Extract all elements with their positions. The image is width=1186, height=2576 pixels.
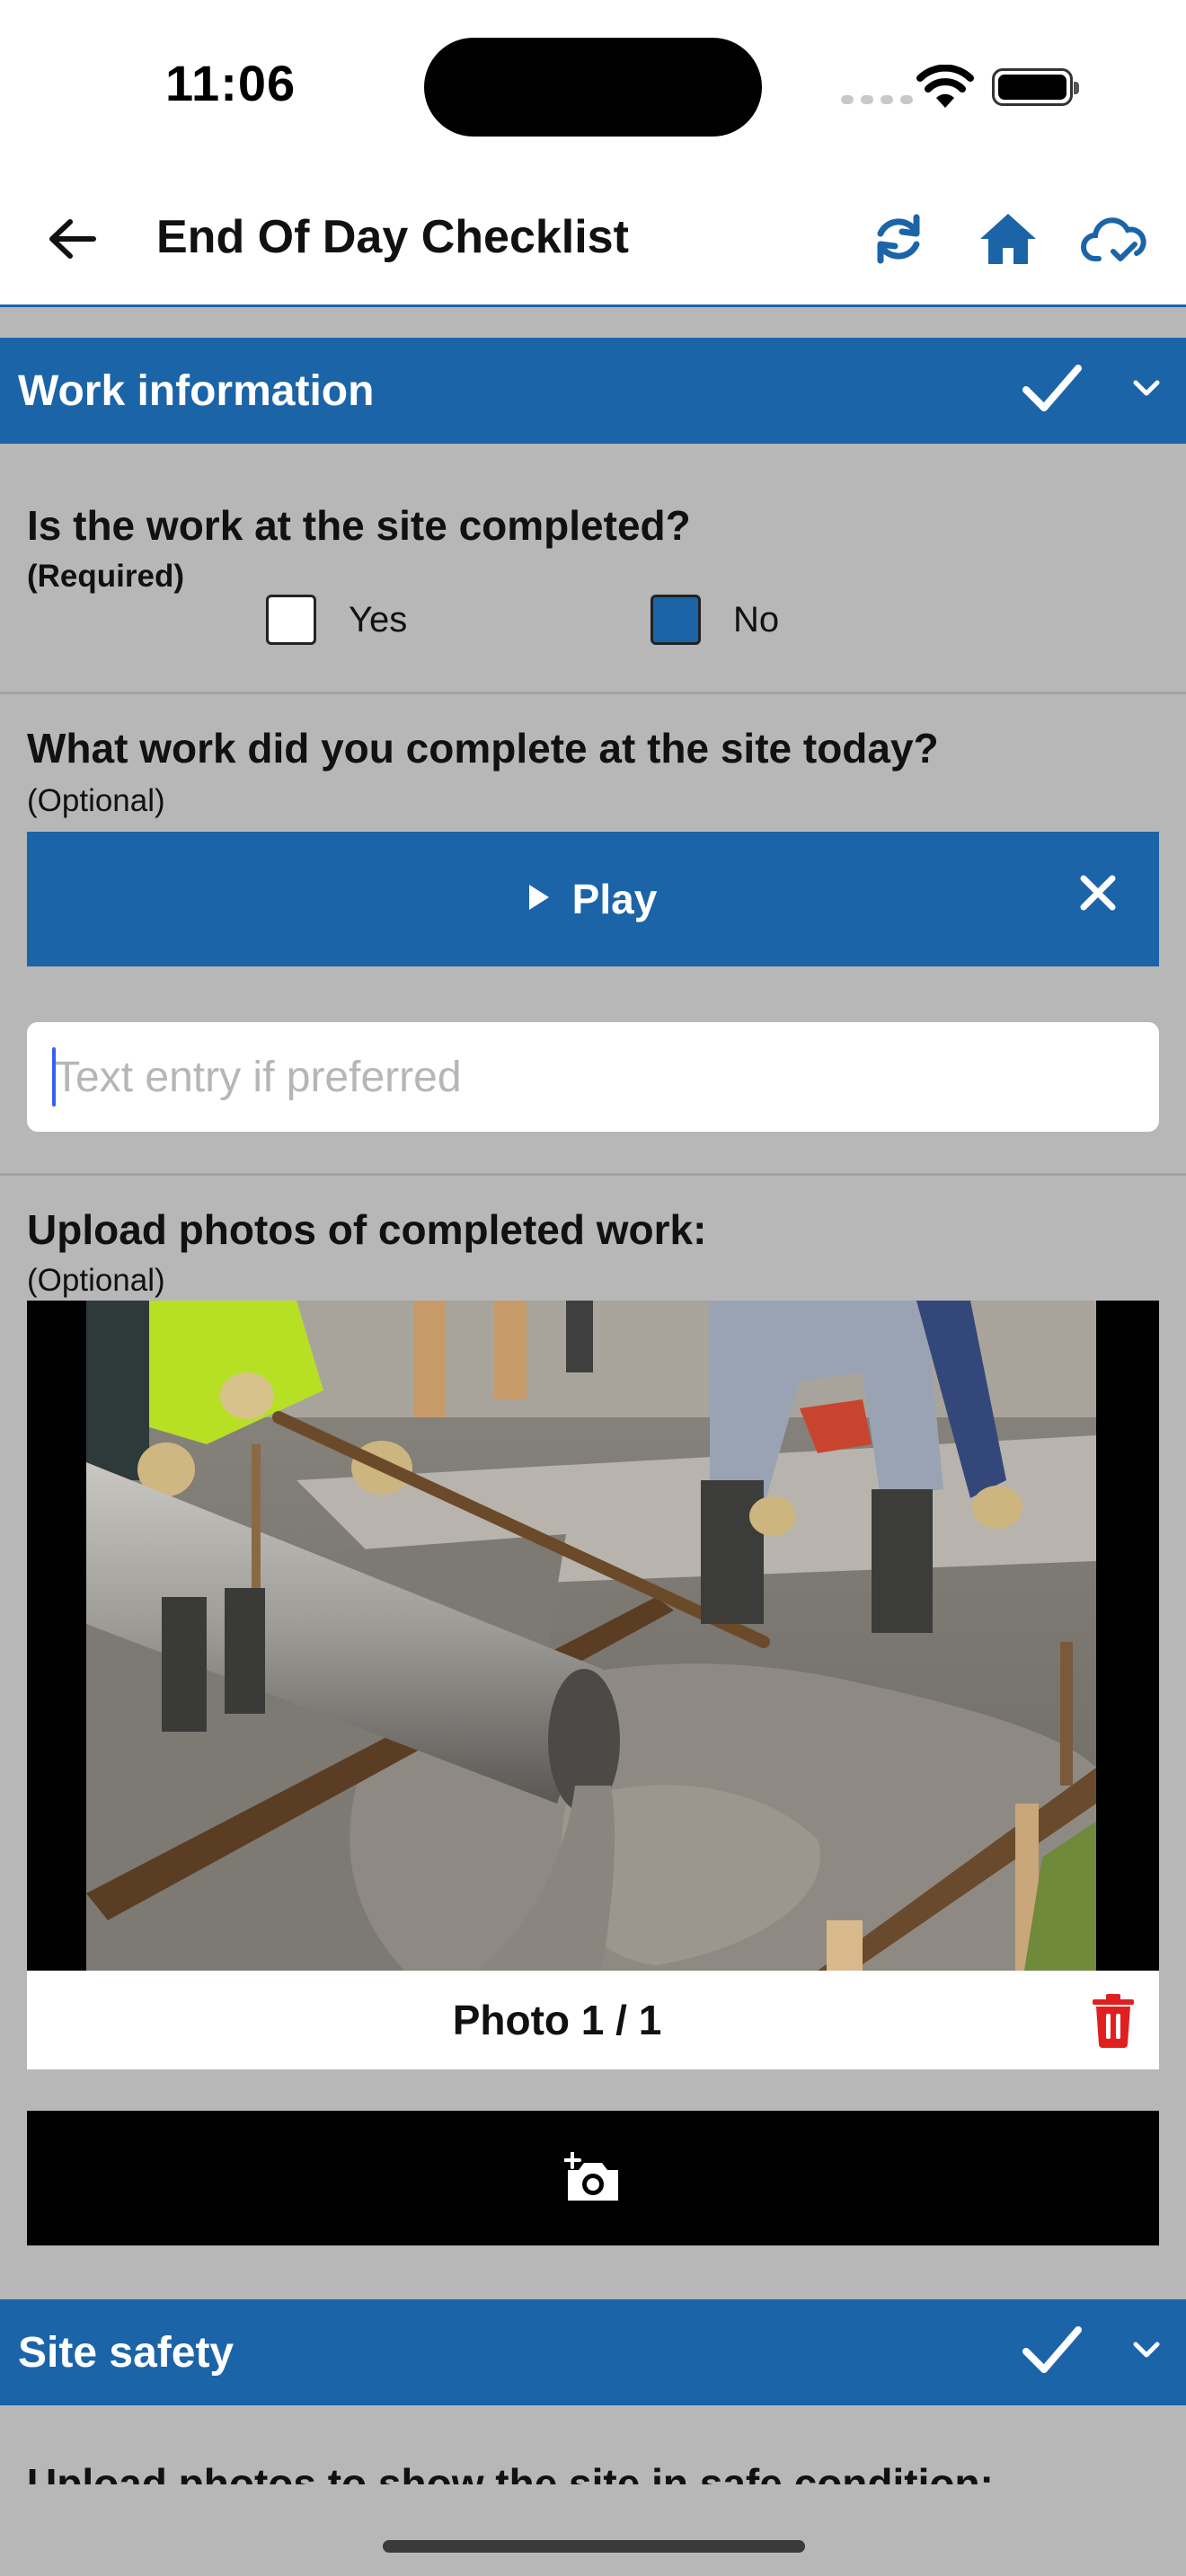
question-title: What work did you complete at the site t… bbox=[27, 725, 939, 772]
audio-play-bar: Play bbox=[27, 832, 1159, 966]
close-icon bbox=[1080, 875, 1116, 911]
photo-footer: Photo 1 / 1 bbox=[27, 1971, 1159, 2069]
cellular-signal-icon bbox=[841, 95, 913, 104]
check-icon bbox=[1021, 361, 1084, 419]
sync-button[interactable] bbox=[863, 203, 934, 275]
back-arrow-icon bbox=[49, 219, 96, 259]
home-button[interactable] bbox=[972, 203, 1044, 275]
wifi-icon bbox=[916, 64, 974, 114]
chevron-down-icon[interactable] bbox=[1130, 2332, 1163, 2372]
section-header-site-safety[interactable]: Site safety bbox=[0, 2299, 1186, 2405]
photo-viewer[interactable] bbox=[27, 1301, 1159, 1971]
check-icon bbox=[1021, 2323, 1084, 2381]
battery-icon bbox=[992, 68, 1079, 106]
section-header-work-information[interactable]: Work information bbox=[0, 338, 1186, 444]
cloud-sync-button[interactable] bbox=[1078, 203, 1150, 275]
sync-icon bbox=[877, 214, 920, 264]
option-label: Yes bbox=[349, 599, 408, 640]
delete-recording-button[interactable] bbox=[1078, 873, 1118, 917]
divider bbox=[0, 692, 1186, 694]
status-bar: 11:06 bbox=[0, 0, 1186, 171]
dynamic-island bbox=[424, 38, 762, 137]
yes-checkbox[interactable] bbox=[266, 595, 316, 645]
section-title: Site safety bbox=[18, 2329, 235, 2377]
option-yes[interactable]: Yes bbox=[266, 595, 407, 645]
back-button[interactable] bbox=[40, 207, 104, 271]
add-photo-button[interactable] bbox=[27, 2111, 1159, 2245]
optional-label: (Optional) bbox=[27, 783, 165, 818]
page-title: End Of Day Checklist bbox=[156, 211, 629, 263]
app-bar: End Of Day Checklist bbox=[0, 171, 1186, 307]
section-title: Work information bbox=[18, 367, 375, 415]
photo-counter: Photo 1 / 1 bbox=[452, 1997, 662, 2043]
play-label: Play bbox=[571, 876, 658, 922]
divider bbox=[0, 1173, 1186, 1176]
status-time: 11:06 bbox=[165, 55, 296, 111]
play-icon bbox=[528, 885, 549, 910]
question-title: Upload photos of completed work: bbox=[27, 1206, 707, 1253]
option-label: No bbox=[733, 599, 780, 640]
home-indicator[interactable] bbox=[383, 2540, 805, 2553]
required-label: (Required) bbox=[27, 559, 184, 594]
optional-label: (Optional) bbox=[27, 1263, 165, 1298]
option-no[interactable]: No bbox=[651, 595, 779, 645]
play-button[interactable]: Play bbox=[27, 875, 1159, 923]
text-cursor bbox=[52, 1047, 56, 1107]
scroll-mask bbox=[0, 2486, 1186, 2576]
home-icon bbox=[980, 214, 1036, 264]
text-entry-field[interactable] bbox=[27, 1022, 1159, 1132]
question-title: Is the work at the site completed? bbox=[27, 502, 691, 549]
no-checkbox[interactable] bbox=[651, 595, 701, 645]
question-title: Upload photos to show the site in safe c… bbox=[27, 2460, 994, 2484]
trash-icon bbox=[1093, 1994, 1134, 2048]
add-camera-icon bbox=[564, 2152, 618, 2201]
uploaded-photo bbox=[86, 1301, 1096, 1971]
delete-photo-button[interactable] bbox=[1089, 1992, 1137, 2052]
chevron-down-icon[interactable] bbox=[1130, 370, 1163, 410]
cloud-check-icon bbox=[1081, 217, 1146, 261]
